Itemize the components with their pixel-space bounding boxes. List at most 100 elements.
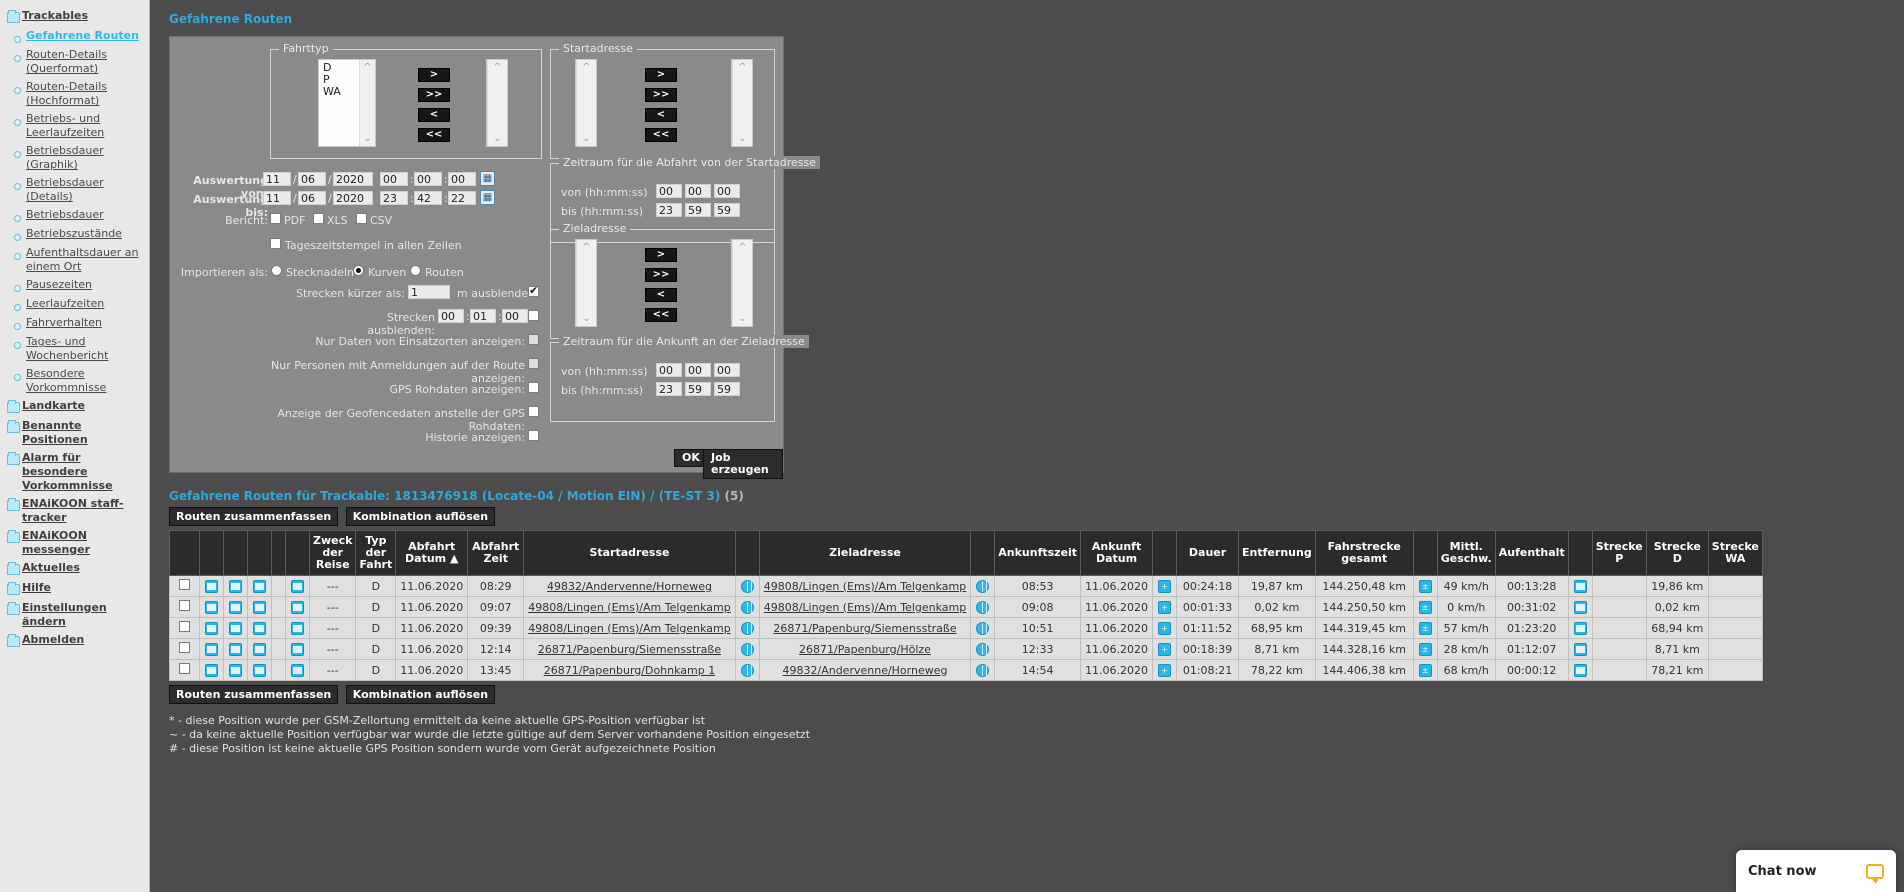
startadresse-move-left-button[interactable]: <: [645, 108, 677, 122]
row-startadresse[interactable]: 49832/Andervenne/Horneweg: [523, 575, 736, 597]
row-zweck-der-reise[interactable]: ---: [308, 617, 357, 639]
tageszeitstempel-checkbox[interactable]: [270, 238, 281, 249]
scroll-up-icon[interactable]: ^: [738, 62, 746, 73]
row-zweck-der-reise[interactable]: ---: [308, 575, 357, 597]
gps-rohdaten-checkbox[interactable]: [528, 382, 539, 393]
sidebar-item-alarm-f-r-besondere-vorkommnisse[interactable]: Alarm für besondere Vorkommnisse: [0, 450, 149, 494]
row-zieladresse[interactable]: 49808/Lingen (Ems)/Am Telgenkamp: [758, 575, 972, 597]
sidebar-item-label[interactable]: Benannte Positionen: [22, 419, 88, 446]
col-ankunftszeit[interactable]: Ankunftszeit: [994, 530, 1082, 576]
row-start-map-cell[interactable]: [734, 617, 760, 639]
sidebar-item-betriebsdauer-details[interactable]: Betriebsdauer (Details): [0, 175, 149, 205]
col-mittl-geschw[interactable]: Mittl. Geschw.: [1436, 530, 1496, 576]
col-typ-der-fahrt[interactable]: Typ der Fahrt: [355, 530, 397, 576]
thermometer-icon[interactable]: [1573, 600, 1587, 614]
job-erzeugen-button[interactable]: Job erzeugen: [703, 449, 783, 479]
routen-zusammenfassen-button[interactable]: Routen zusammenfassen: [169, 507, 339, 526]
auswertung-von-sekunden[interactable]: [448, 172, 476, 186]
report-icon[interactable]: [205, 663, 218, 677]
scroll-down-icon[interactable]: ⌄: [582, 133, 590, 144]
zieladresse-selected-scrollbar[interactable]: ^ ⌄: [732, 240, 752, 326]
calendar-icon[interactable]: [253, 579, 266, 593]
report-icon[interactable]: [205, 600, 218, 614]
col-dauer[interactable]: Dauer: [1176, 530, 1240, 576]
zieladresse-link[interactable]: 49832/Andervenne/Horneweg: [783, 664, 948, 677]
sidebar-item-label[interactable]: Betriebsdauer: [26, 208, 104, 221]
scroll-up-icon[interactable]: ^: [363, 62, 371, 73]
startadresse-list-scrollbar[interactable]: ^ ⌄: [576, 60, 596, 146]
sidebar-item-fahrverhalten[interactable]: Fahrverhalten: [0, 315, 149, 332]
scroll-down-icon[interactable]: ⌄: [363, 133, 371, 144]
export-icon[interactable]: [291, 600, 304, 614]
calendar-icon[interactable]: ▦: [480, 171, 495, 186]
auswertung-von-tag[interactable]: [263, 172, 291, 186]
sidebar-item-tages-und-wochenbericht[interactable]: Tages- und Wochenbericht: [0, 334, 149, 364]
kombination-aufloesen-button-bottom[interactable]: Kombination auflösen: [345, 685, 496, 704]
row-export-icon-cell[interactable]: [285, 659, 310, 681]
row-zieladresse[interactable]: 26871/Papenburg/Siemensstraße: [758, 617, 972, 639]
list-icon[interactable]: [229, 600, 242, 614]
col-aufenthalt[interactable]: Aufenthalt: [1494, 530, 1569, 576]
row-plusminus-icon-cell[interactable]: ±: [1412, 617, 1438, 639]
row-zweck-der-reise[interactable]: ---: [308, 659, 357, 681]
strecken-ausblenden-stunden[interactable]: [438, 309, 464, 323]
list-icon[interactable]: [229, 621, 242, 635]
col-zieladresse[interactable]: Zieladresse: [758, 530, 972, 576]
sidebar-item-betriebs-und-leerlaufzeiten[interactable]: Betriebs- und Leerlaufzeiten: [0, 111, 149, 141]
row-detail-icon-cell[interactable]: [199, 638, 224, 660]
sidebar-item-betriebsdauer[interactable]: Betriebsdauer: [0, 207, 149, 224]
table-row[interactable]: --- D 11.06.2020 09:39 49808/Lingen (Ems)/Am…: [169, 617, 1763, 639]
sidebar-item-label[interactable]: Trackables: [22, 9, 88, 22]
col-startadresse[interactable]: Startadresse: [523, 530, 736, 576]
scroll-down-icon[interactable]: ⌄: [493, 133, 501, 144]
row-list-icon-cell[interactable]: [223, 617, 248, 639]
startadresse-link[interactable]: 49808/Lingen (Ems)/Am Telgenkamp: [528, 622, 731, 635]
row-zweck-der-reise[interactable]: ---: [308, 596, 357, 618]
sidebar-item-label[interactable]: Betriebsdauer (Details): [26, 176, 104, 203]
sidebar-item-hilfe[interactable]: Hilfe: [0, 580, 149, 598]
zieladresse-move-all-right-button[interactable]: >>: [645, 268, 677, 282]
sidebar-item-benannte-positionen[interactable]: Benannte Positionen: [0, 418, 149, 448]
row-startadresse[interactable]: 26871/Papenburg/Dohnkamp 1: [523, 659, 736, 681]
report-icon[interactable]: [205, 621, 218, 635]
zieladresse-move-all-left-button[interactable]: <<: [645, 308, 677, 322]
col-fahrstrecke-gesamt[interactable]: Fahrstrecke gesamt: [1314, 530, 1414, 576]
row-detail-icon-cell[interactable]: [199, 575, 224, 597]
sidebar-item-aufenthaltsdauer-an-einem-ort[interactable]: Aufenthaltsdauer an einem Ort: [0, 245, 149, 275]
col-strecke-p[interactable]: Strecke P: [1591, 530, 1647, 576]
globe-icon[interactable]: [976, 579, 990, 593]
row-export-icon-cell[interactable]: [285, 617, 310, 639]
globe-icon[interactable]: [976, 663, 990, 677]
col-abfahrt-zeit[interactable]: Abfahrt Zeit: [467, 530, 525, 576]
plus-minus-icon[interactable]: ±: [1418, 642, 1432, 656]
add-person-icon[interactable]: +: [1158, 600, 1172, 614]
plus-minus-icon[interactable]: ±: [1418, 663, 1432, 677]
sidebar-item-routen-details-hochformat[interactable]: Routen-Details (Hochformat): [0, 79, 149, 109]
sidebar-item-betriebsdauer-graphik[interactable]: Betriebsdauer (Graphik): [0, 143, 149, 173]
auswertung-bis-jahr[interactable]: [333, 191, 373, 205]
calendar-icon[interactable]: ▦: [480, 190, 495, 205]
export-icon[interactable]: [291, 579, 304, 593]
auswertung-von-monat[interactable]: [298, 172, 326, 186]
auswertung-bis-monat[interactable]: [298, 191, 326, 205]
auswertung-bis-minuten[interactable]: [414, 191, 442, 205]
bericht-csv-checkbox[interactable]: [356, 213, 367, 224]
calendar-icon[interactable]: [253, 642, 266, 656]
sidebar-item-label[interactable]: Aktuelles: [22, 561, 80, 574]
globe-icon[interactable]: [740, 621, 754, 635]
col-entfernung[interactable]: Entfernung: [1238, 530, 1316, 576]
startadresse-move-all-left-button[interactable]: <<: [645, 128, 677, 142]
scroll-up-icon[interactable]: ^: [493, 62, 501, 73]
sidebar-item-leerlaufzeiten[interactable]: Leerlaufzeiten: [0, 296, 149, 313]
startadresse-move-right-button[interactable]: >: [645, 68, 677, 82]
row-plusminus-icon-cell[interactable]: ±: [1412, 659, 1438, 681]
row-select-cell[interactable]: [169, 659, 200, 681]
globe-icon[interactable]: [740, 600, 754, 614]
row-ziel-map-cell[interactable]: [970, 638, 996, 660]
thermometer-icon[interactable]: [1573, 663, 1587, 677]
row-startadresse[interactable]: 26871/Papenburg/Siemensstraße: [523, 638, 736, 660]
fahrttyp-move-all-left-button[interactable]: <<: [418, 128, 450, 142]
row-person-icon-cell[interactable]: +: [1152, 575, 1178, 597]
scroll-down-icon[interactable]: ⌄: [738, 313, 746, 324]
routen-zusammenfassen-button-bottom[interactable]: Routen zusammenfassen: [169, 685, 339, 704]
